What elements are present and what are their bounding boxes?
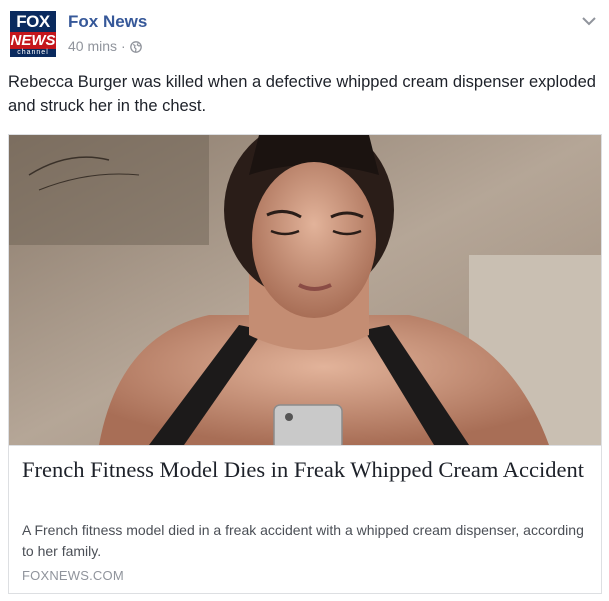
chevron-down-icon[interactable] xyxy=(581,14,597,26)
link-domain: FOXNEWS.COM xyxy=(22,568,124,583)
link-preview-card[interactable]: French Fitness Model Dies in Freak Whipp… xyxy=(8,134,602,594)
post-timestamp[interactable]: 40 mins xyxy=(68,38,117,54)
post-meta: 40 mins · xyxy=(68,38,142,54)
page-name-link[interactable]: Fox News xyxy=(68,12,147,32)
fox-news-logo[interactable]: FOX NEWS channel xyxy=(8,8,58,58)
link-preview-body[interactable]: French Fitness Model Dies in Freak Whipp… xyxy=(9,445,601,593)
logo-channel-text: channel xyxy=(10,49,56,57)
link-description: A French fitness model died in a freak a… xyxy=(22,522,584,559)
post-text: Rebecca Burger was killed when a defecti… xyxy=(8,73,596,115)
logo-fox-text: FOX xyxy=(10,11,56,33)
globe-icon[interactable] xyxy=(129,40,142,53)
logo-news-text: NEWS xyxy=(10,32,56,50)
link-preview-image[interactable] xyxy=(9,135,601,445)
link-title[interactable]: French Fitness Model Dies in Freak Whipp… xyxy=(22,456,588,484)
facebook-post: FOX NEWS channel Fox News 40 mins · Rebe… xyxy=(0,0,609,601)
meta-separator: · xyxy=(121,38,126,54)
